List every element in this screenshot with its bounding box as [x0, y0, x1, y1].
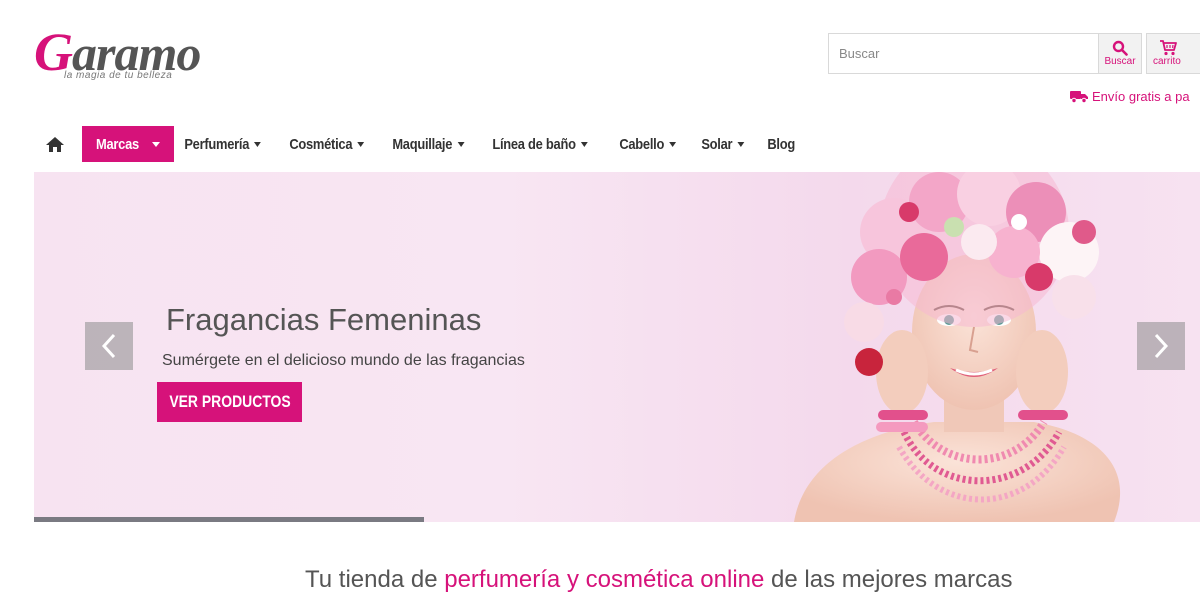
chevron-right-icon — [1154, 333, 1169, 359]
slider-progress-bar — [34, 517, 424, 522]
intro-highlight-link[interactable]: perfumería y cosmética online — [444, 566, 764, 593]
site-logo[interactable]: Garamo la magia de tu belleza — [34, 24, 204, 84]
chevron-down-icon — [357, 141, 365, 147]
nav-item-blog[interactable]: Blog — [757, 126, 805, 162]
chevron-left-icon — [101, 333, 116, 359]
nav-item-marcas[interactable]: Marcas — [82, 126, 174, 162]
hero-model-image — [794, 172, 1121, 522]
nav-item-perfumeria[interactable]: Perfumería — [174, 126, 272, 162]
logo-tagline: la magia de tu belleza — [64, 70, 173, 81]
chevron-down-icon — [580, 141, 588, 147]
home-icon — [46, 136, 64, 152]
nav-home[interactable] — [34, 126, 78, 162]
cart-button-label: carrito — [1153, 55, 1181, 67]
slider-prev-button[interactable] — [85, 322, 133, 370]
truck-icon — [1070, 91, 1088, 103]
slide-subtitle: Sumérgete en el delicioso mundo de las f… — [162, 352, 525, 369]
slide-title: Fragancias Femeninas — [166, 302, 482, 337]
search-button[interactable]: Buscar — [1098, 33, 1142, 74]
chevron-down-icon — [669, 141, 677, 147]
chevron-down-icon — [737, 141, 745, 147]
shipping-text: Envío gratis a pa — [1092, 89, 1190, 104]
hero-slider[interactable]: Fragancias Femeninas Sumérgete en el del… — [34, 172, 1200, 522]
chevron-down-icon — [457, 141, 465, 147]
search-icon — [1112, 40, 1128, 56]
nav-item-cosmetica[interactable]: Cosmética — [279, 126, 375, 162]
cart-icon — [1160, 39, 1177, 55]
slider-next-button[interactable] — [1137, 322, 1185, 370]
search-button-label: Buscar — [1104, 55, 1136, 67]
nav-item-solar[interactable]: Solar — [691, 126, 755, 162]
main-nav: Marcas Perfumería Cosmética Maquillaje L… — [34, 126, 805, 162]
chevron-down-icon — [151, 141, 160, 147]
intro-tagline: Tu tienda de perfumería y cosmética onli… — [305, 566, 1013, 593]
nav-item-linea-de-bano[interactable]: Línea de baño — [482, 126, 598, 162]
nav-item-maquillaje[interactable]: Maquillaje — [382, 126, 474, 162]
ver-productos-button[interactable]: VER PRODUCTOS — [157, 382, 302, 422]
nav-item-cabello[interactable]: Cabello — [609, 126, 686, 162]
cart-button[interactable]: carrito — [1146, 33, 1200, 74]
chevron-down-icon — [254, 141, 262, 147]
free-shipping-notice[interactable]: Envío gratis a pa — [1070, 89, 1190, 104]
search-input[interactable] — [828, 33, 1098, 74]
